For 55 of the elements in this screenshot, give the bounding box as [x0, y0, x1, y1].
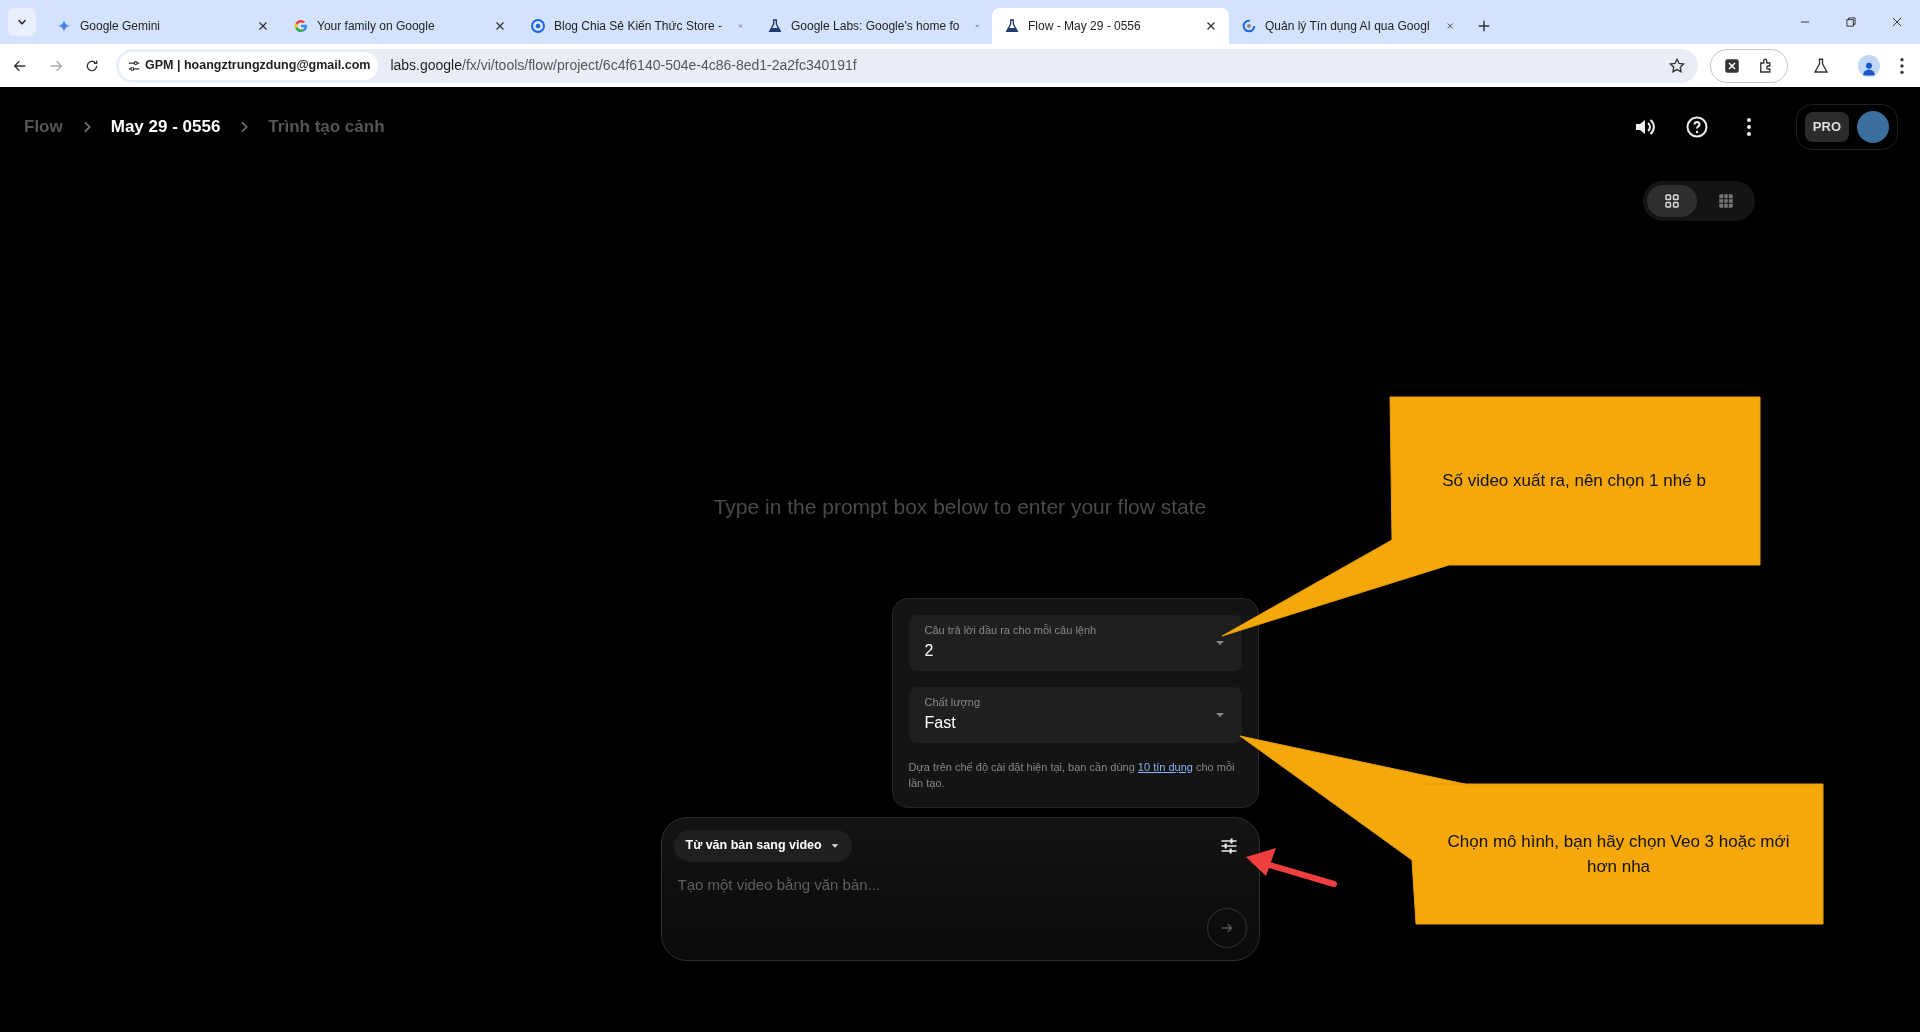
tab-title: Your family on Google	[317, 18, 435, 35]
close-icon	[1890, 15, 1904, 29]
tab-title: Blog Chia Sẻ Kiến Thức Store -	[554, 18, 722, 35]
grid-icon	[1663, 192, 1681, 210]
restore-icon	[1844, 15, 1858, 29]
callout-text: Số video xuất ra, nên chọn 1 nhé b	[1442, 470, 1706, 493]
plan-badge: PRO	[1804, 112, 1849, 142]
browser-tab[interactable]: Your family on Google	[281, 8, 518, 44]
tab-title: Google Labs: Google's home fo	[791, 18, 960, 35]
extension-icon	[1723, 56, 1741, 75]
dropdown-value: 2	[924, 640, 935, 661]
ring-icon	[530, 18, 546, 34]
browser-tab[interactable]: Blog Chia Sẻ Kiến Thức Store -	[518, 8, 755, 44]
mode-dropdown[interactable]: Từ văn bản sang video	[673, 829, 852, 862]
credit-note: Dựa trên chế độ cài đặt hiện tại, bạn cần dùng 10 tín dụng cho mỗi lần tạo.	[908, 759, 1236, 791]
dropdown-label: Chất lượng	[924, 695, 981, 711]
credit-link[interactable]: 10 tín dụng	[1137, 760, 1193, 773]
profile-label: GPM | hoangztrungzdung@gmail.com	[145, 57, 371, 75]
dropdown-label: Câu trả lời đầu ra cho mỗi câu lệnh	[924, 623, 1097, 639]
plus-icon	[1477, 19, 1491, 33]
flask-icon	[1004, 18, 1020, 34]
tab-title: Quản lý Tín dụng AI qua Googl	[1265, 18, 1430, 35]
dropdown-value: Fast	[924, 712, 957, 733]
flask-icon	[1812, 56, 1830, 75]
callout-text: Chọn mô hình, bạn hãy chọn Veo 3 hoặc mới hơn nha	[1446, 830, 1791, 878]
close-icon	[1205, 20, 1217, 32]
settings-dropdown[interactable]: Chất lượng Fast	[908, 686, 1242, 743]
more-icon	[1900, 57, 1904, 74]
url-text: labs.google/fx/vi/tools/flow/project/6c4f6140-504e-4c86-8ed1-2a2fc340191f	[390, 56, 858, 75]
close-icon	[257, 20, 269, 32]
google-icon	[293, 18, 309, 34]
profile-avatar[interactable]	[1858, 54, 1880, 77]
swirl-icon	[1241, 18, 1257, 34]
star-icon	[1668, 56, 1686, 75]
flask-icon	[767, 18, 783, 34]
tune-icon	[127, 58, 141, 73]
tab-title: Flow - May 29 - 0556	[1028, 18, 1141, 35]
address-bar[interactable]: GPM | hoangztrungzdung@gmail.com labs.google/fx/vi/tools/flow/project/6c4f6140-504e-4c86-8ed1-2a2fc340191f	[116, 48, 1698, 83]
settings-dropdown[interactable]: Câu trả lời đầu ra cho mỗi câu lệnh 2	[908, 614, 1242, 671]
account-panel[interactable]: PRO	[1795, 104, 1898, 150]
prompt-input[interactable]: Tạo một video bằng văn bản...	[677, 873, 1247, 896]
close-icon	[1445, 20, 1454, 32]
tab-title: Google Gemini	[80, 18, 161, 35]
empty-state-message: Type in the prompt box below to enter your flow state	[713, 494, 1207, 520]
table-grid-icon	[1717, 192, 1735, 210]
profile-chip[interactable]: GPM | hoangztrungzdung@gmail.com	[119, 51, 379, 80]
more-icon	[1746, 118, 1751, 136]
browser-tab[interactable]: Google Labs: Google's home fo	[755, 8, 992, 44]
view-toggle-button[interactable]	[1647, 185, 1697, 217]
browser-tab[interactable]: Google Gemini	[44, 8, 281, 44]
close-icon	[494, 20, 506, 32]
breadcrumb-link[interactable]: May 29 - 0556	[110, 114, 221, 140]
browser-tab[interactable]: Quản lý Tín dụng AI qua Googl	[1229, 8, 1466, 44]
help-icon	[1684, 115, 1709, 139]
browser-tab[interactable]: Flow - May 29 - 0556	[992, 8, 1229, 44]
